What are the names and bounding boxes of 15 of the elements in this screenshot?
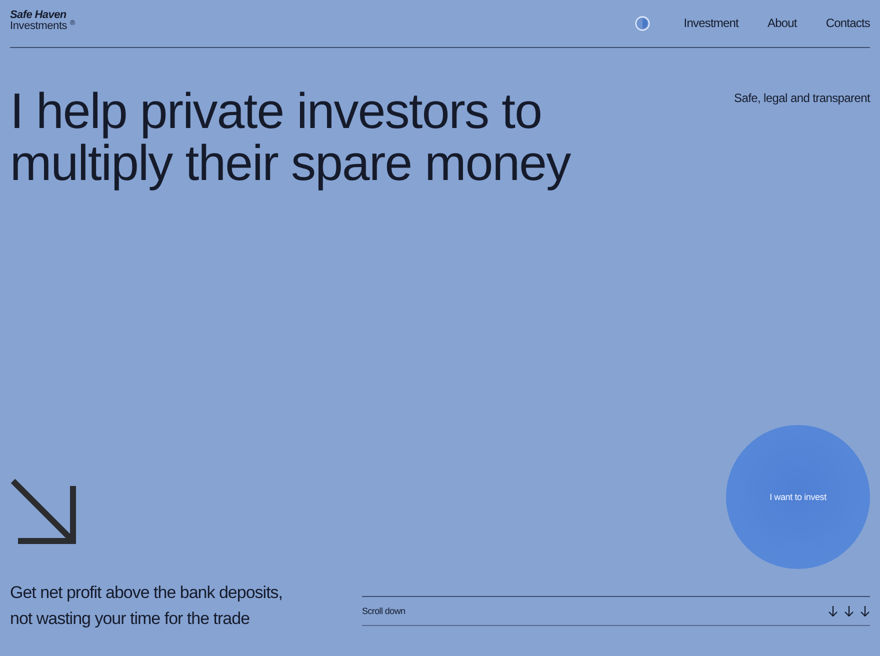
arrow-down-icon: [860, 606, 870, 616]
invest-button[interactable]: I want to invest: [726, 425, 870, 569]
scroll-down-label[interactable]: Scroll down: [362, 606, 406, 616]
hero-heading: I help private investors to multiply their spare money: [10, 85, 570, 189]
arrow-down-icon: [828, 606, 838, 616]
nav-link[interactable]: About: [767, 16, 797, 30]
tagline: Safe, legal and transparent: [734, 91, 870, 105]
arrow-down-icon: [844, 606, 854, 616]
arrow-down-right-icon: [10, 478, 76, 544]
logo-title[interactable]: Safe Haven: [10, 10, 75, 20]
theme-toggle-icon[interactable]: [634, 16, 650, 30]
intro-text: Get net profit above the bank deposits, not wasting your time for the trade: [10, 582, 283, 630]
nav-link[interactable]: Contacts: [826, 16, 870, 30]
nav-link[interactable]: Investment: [684, 16, 738, 30]
logo-subtitle[interactable]: Investments $^{®}$: [10, 20, 75, 32]
